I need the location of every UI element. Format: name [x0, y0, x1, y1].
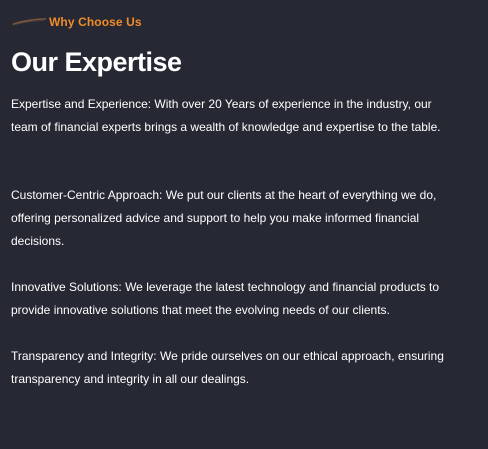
- brush-stroke-icon: [12, 18, 46, 26]
- innovative-solutions-paragraph: Innovative Solutions: We leverage the la…: [11, 280, 440, 317]
- customer-centric-paragraph: Customer-Centric Approach: We put our cl…: [11, 188, 437, 248]
- eyebrow: Why Choose Us: [11, 12, 142, 32]
- page-title: Our Expertise: [11, 47, 182, 77]
- eyebrow-label: Why Choose Us: [49, 15, 142, 29]
- transparency-paragraph: Transparency and Integrity: We pride our…: [11, 349, 444, 386]
- expertise-paragraph: Expertise and Experience: With over 20 Y…: [11, 97, 441, 134]
